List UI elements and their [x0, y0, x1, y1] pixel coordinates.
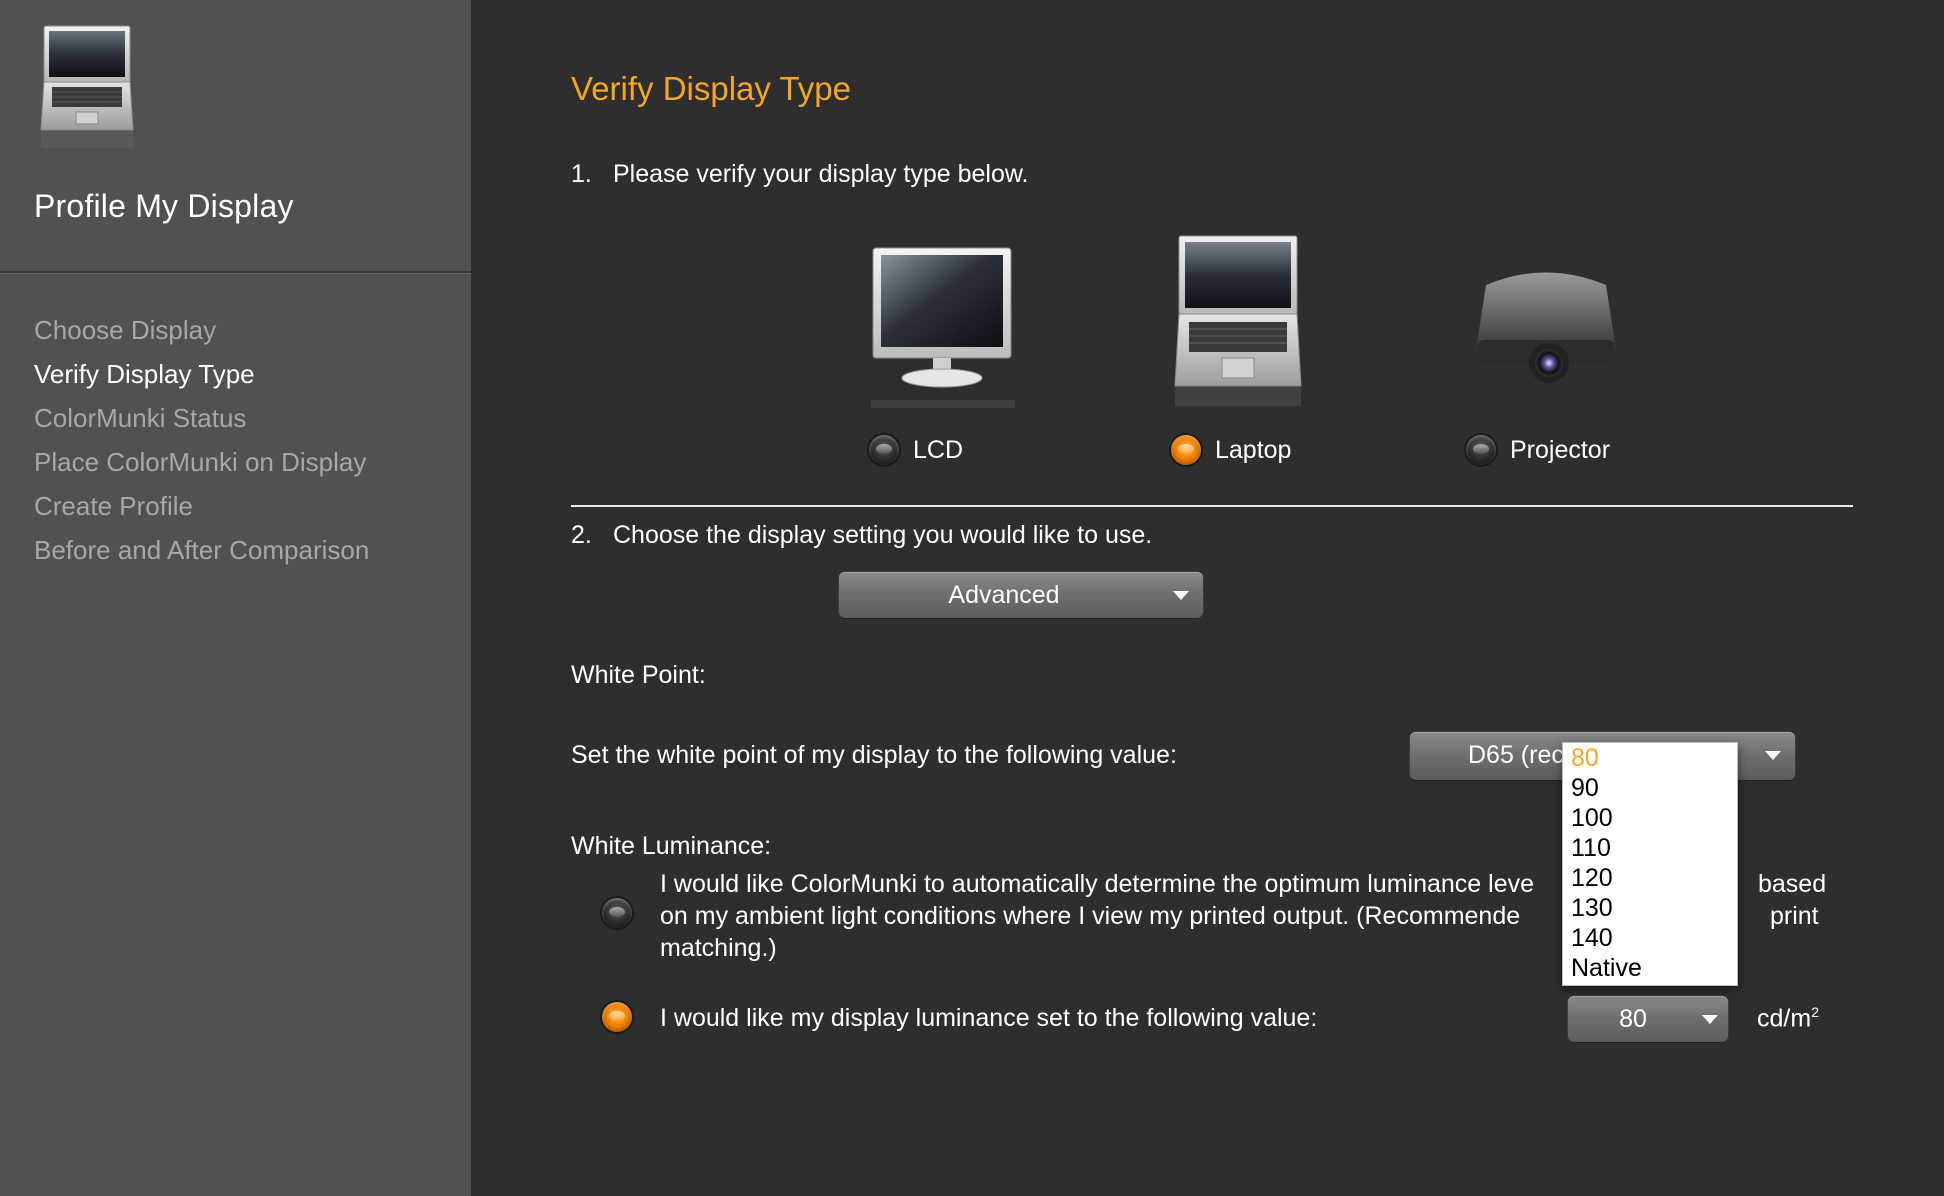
radio-manual-luminance[interactable]	[602, 1002, 632, 1032]
luminance-value: 80	[1619, 1005, 1647, 1033]
projector-icon	[1476, 272, 1616, 383]
step2-instruction: 2. Choose the display setting you would l…	[571, 521, 1152, 550]
white-point-label: Set the white point of my display to the…	[571, 741, 1177, 769]
luminance-unit: cd/m2	[1757, 1004, 1819, 1033]
main-panel: Verify Display Type 1. Please verify your…	[471, 0, 1944, 1196]
popup-option-80[interactable]: 80	[1563, 743, 1737, 773]
auto-luminance-line2: on my ambient light conditions where I v…	[660, 902, 1521, 930]
sidebar-divider	[0, 271, 471, 274]
luminance-popup-menu: 80 90 100 110 120 130 140 Native	[1562, 742, 1738, 986]
label-laptop: Laptop	[1215, 436, 1292, 464]
step2-text: Choose the display setting you would lik…	[613, 521, 1153, 549]
auto-luminance-line3: matching.)	[660, 934, 777, 962]
popup-option-120[interactable]: 120	[1563, 863, 1737, 893]
chevron-down-icon	[1173, 591, 1189, 600]
label-lcd: LCD	[913, 436, 964, 464]
popup-option-native[interactable]: Native	[1563, 953, 1737, 983]
white-luminance-heading: White Luminance:	[571, 832, 772, 860]
radio-laptop[interactable]	[1171, 435, 1201, 465]
step1-text: Please verify your display type below.	[613, 160, 1029, 188]
chevron-down-icon	[1702, 1015, 1718, 1024]
lcd-monitor-icon	[871, 247, 1015, 408]
sidebar: Profile My Display Choose Display Verify…	[0, 0, 471, 1196]
auto-luminance-line2-right: print	[1770, 902, 1819, 930]
page-title: Verify Display Type	[571, 70, 852, 107]
white-point-value: D65 (rec	[1468, 741, 1564, 769]
step1-number: 1.	[571, 160, 592, 188]
display-setting-dropdown[interactable]: Advanced	[839, 572, 1203, 618]
wizard-steps: Choose Display Verify Display Type Color…	[34, 310, 369, 574]
step2-number: 2.	[571, 521, 592, 549]
laptop-icon	[40, 25, 134, 148]
luminance-unit-text: cd/m	[1757, 1004, 1812, 1033]
step-place-colormunki[interactable]: Place ColorMunki on Display	[34, 442, 369, 486]
display-option-lcd[interactable]: LCD	[869, 240, 1069, 480]
chevron-down-icon	[1765, 751, 1781, 760]
step-verify-display-type[interactable]: Verify Display Type	[34, 354, 369, 398]
popup-option-110[interactable]: 110	[1563, 833, 1737, 863]
step-create-profile[interactable]: Create Profile	[34, 486, 369, 530]
sidebar-title: Profile My Display	[34, 188, 294, 224]
popup-option-130[interactable]: 130	[1563, 893, 1737, 923]
popup-option-90[interactable]: 90	[1563, 773, 1737, 803]
luminance-unit-sup: 2	[1811, 1004, 1819, 1020]
auto-luminance-line1-right: based	[1758, 870, 1827, 898]
popup-option-100[interactable]: 100	[1563, 803, 1737, 833]
manual-luminance-text: I would like my display luminance set to…	[660, 1004, 1318, 1032]
section-divider	[571, 505, 1853, 507]
radio-lcd[interactable]	[869, 435, 899, 465]
sidebar-header: Profile My Display	[0, 0, 471, 272]
step1-instruction: 1. Please verify your display type below.	[571, 160, 1029, 189]
step-before-after[interactable]: Before and After Comparison	[34, 530, 369, 574]
step-colormunki-status[interactable]: ColorMunki Status	[34, 398, 369, 442]
luminance-dropdown[interactable]: 80	[1568, 996, 1728, 1042]
laptop-icon	[1174, 235, 1302, 406]
display-option-laptop[interactable]: Laptop	[1171, 230, 1371, 470]
display-setting-value: Advanced	[948, 581, 1060, 609]
display-option-projector[interactable]: Projector	[1466, 240, 1666, 480]
radio-auto-luminance[interactable]	[602, 898, 632, 928]
label-projector: Projector	[1510, 436, 1611, 464]
popup-option-140[interactable]: 140	[1563, 923, 1737, 953]
auto-luminance-line1: I would like ColorMunki to automatically…	[660, 870, 1535, 898]
white-point-heading: White Point:	[571, 661, 706, 689]
radio-projector[interactable]	[1466, 435, 1496, 465]
step-choose-display[interactable]: Choose Display	[34, 310, 369, 354]
